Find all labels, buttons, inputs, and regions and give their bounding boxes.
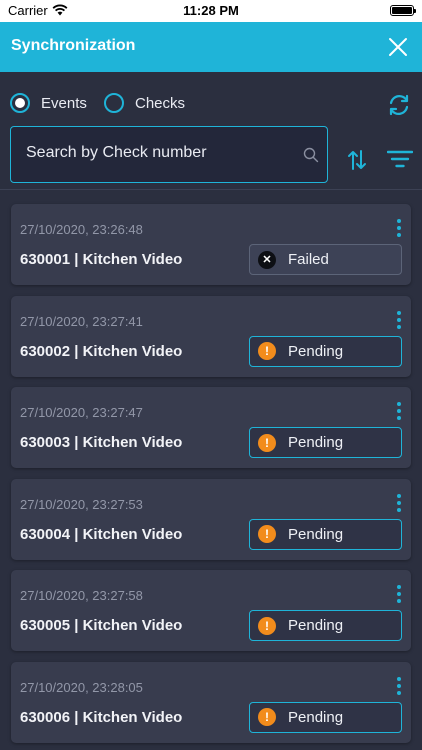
status-badge: ! Pending [249, 701, 402, 733]
app-header: Synchronization [0, 22, 422, 72]
list-item[interactable]: 27/10/2020, 23:28:05 630006 | Kitchen Vid… [11, 661, 411, 743]
search-icon[interactable] [303, 147, 319, 163]
status-badge: ✕ Failed [249, 244, 402, 275]
item-timestamp: 27/10/2020, 23:26:48 [20, 222, 143, 237]
status-badge: ! Pending [249, 518, 402, 550]
more-vertical-icon[interactable] [396, 219, 402, 237]
radio-button-checked[interactable] [10, 93, 30, 113]
item-title: 630006 | Kitchen Video [20, 708, 183, 726]
refresh-icon[interactable] [386, 92, 412, 118]
item-title: 630001 | Kitchen Video [20, 251, 183, 268]
status-text: Pending [288, 342, 344, 360]
pending-exclamation-icon: ! [258, 342, 276, 361]
page-title: Synchronization [11, 37, 136, 54]
radio-events-label: Events [41, 94, 87, 112]
status-bar: Carrier 11:28 PM [0, 0, 422, 22]
radio-button-unchecked[interactable] [104, 93, 124, 113]
radio-checks-label: Checks [135, 94, 186, 112]
search-input[interactable] [26, 144, 286, 162]
status-badge: ! Pending [249, 610, 402, 642]
list-item[interactable]: 27/10/2020, 23:27:41 630002 | Kitchen Vid… [11, 295, 411, 377]
filter-row: Events Checks [0, 72, 422, 132]
item-title: 630005 | Kitchen Video [20, 617, 183, 635]
pending-exclamation-icon: ! [258, 433, 276, 452]
more-vertical-icon[interactable] [396, 310, 402, 329]
item-timestamp: 27/10/2020, 23:28:05 [20, 679, 143, 695]
item-title: 630004 | Kitchen Video [20, 525, 183, 543]
item-timestamp: 27/10/2020, 23:27:53 [20, 496, 143, 512]
pending-exclamation-icon: ! [258, 525, 276, 544]
status-text: Pending [288, 525, 344, 543]
list-item[interactable]: 27/10/2020, 23:27:53 630004 | Kitchen Vid… [11, 478, 411, 560]
list-item[interactable]: 27/10/2020, 23:27:47 630003 | Kitchen Vid… [11, 387, 411, 469]
status-text: Pending [288, 617, 344, 635]
more-vertical-icon[interactable] [396, 493, 402, 512]
status-time: 11:28 PM [183, 3, 239, 18]
search-box[interactable] [10, 126, 328, 183]
status-text: Pending [288, 434, 344, 452]
item-timestamp: 27/10/2020, 23:27:41 [20, 313, 143, 329]
status-badge: ! Pending [249, 335, 402, 367]
item-title: 630002 | Kitchen Video [20, 342, 183, 360]
item-timestamp: 27/10/2020, 23:27:58 [20, 588, 143, 604]
item-timestamp: 27/10/2020, 23:27:47 [20, 405, 143, 421]
battery-icon [390, 5, 416, 16]
status-text: Pending [288, 708, 344, 726]
list-item[interactable]: 27/10/2020, 23:27:58 630005 | Kitchen Vid… [11, 570, 411, 652]
failed-x-icon: ✕ [258, 250, 276, 269]
radio-events[interactable]: Events [10, 93, 87, 113]
radio-checks[interactable]: Checks [104, 93, 185, 113]
more-vertical-icon[interactable] [396, 402, 402, 421]
sort-icon[interactable] [346, 148, 368, 172]
pending-exclamation-icon: ! [258, 708, 276, 727]
status-badge: ! Pending [249, 427, 402, 459]
list-item[interactable]: 27/10/2020, 23:26:48 630001 | Kitchen Vid… [11, 204, 411, 285]
more-vertical-icon[interactable] [396, 585, 402, 604]
more-vertical-icon[interactable] [396, 676, 402, 695]
status-text: Failed [288, 251, 329, 268]
sync-list: 27/10/2020, 23:26:48 630001 | Kitchen Vid… [11, 204, 411, 750]
item-title: 630003 | Kitchen Video [20, 434, 183, 452]
close-icon[interactable] [386, 35, 410, 59]
pending-exclamation-icon: ! [258, 616, 276, 635]
filter-icon[interactable] [387, 150, 413, 168]
divider [0, 189, 422, 190]
